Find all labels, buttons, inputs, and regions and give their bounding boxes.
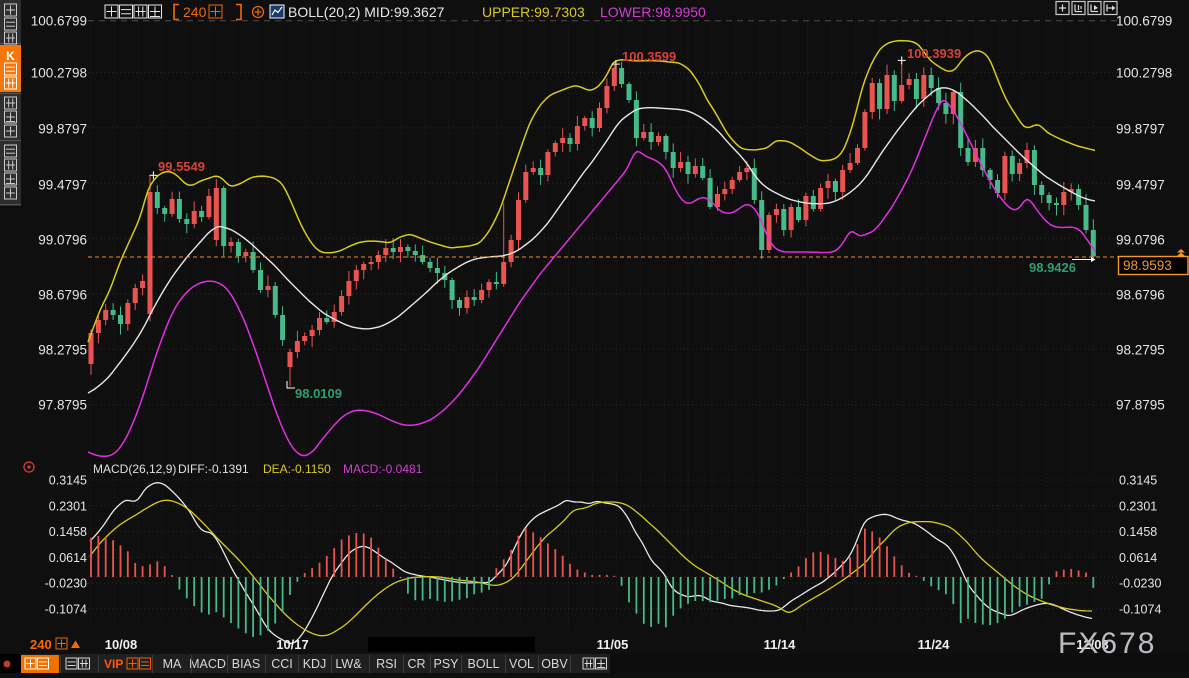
svg-text:98.6796: 98.6796	[38, 288, 87, 303]
svg-text:-0.0230: -0.0230	[1119, 577, 1161, 591]
svg-text:MACD(26,12,9): MACD(26,12,9)	[93, 462, 176, 476]
svg-text:CCI: CCI	[271, 657, 293, 671]
svg-text:PSY: PSY	[433, 657, 459, 671]
svg-text:99.8797: 99.8797	[1116, 122, 1165, 137]
svg-text:97.8795: 97.8795	[38, 398, 87, 413]
svg-text:OBV: OBV	[541, 657, 568, 671]
svg-text:98.0109: 98.0109	[295, 386, 342, 401]
svg-text:100.2798: 100.2798	[1116, 66, 1172, 81]
svg-text:97.8795: 97.8795	[1116, 398, 1165, 413]
svg-text:CR: CR	[407, 657, 425, 671]
svg-text:KDJ: KDJ	[303, 657, 327, 671]
svg-text:VIP: VIP	[104, 657, 123, 671]
svg-text:11/14: 11/14	[764, 637, 797, 652]
svg-text:100.3939: 100.3939	[907, 46, 961, 61]
svg-text:0.2301: 0.2301	[49, 499, 87, 513]
svg-text:10/08: 10/08	[105, 637, 138, 652]
svg-text:98.9593: 98.9593	[1123, 258, 1172, 273]
svg-text:MACD: MACD	[189, 657, 226, 671]
svg-text:100.6799: 100.6799	[31, 14, 87, 29]
svg-text:BOLL(20,2) MID:99.3627: BOLL(20,2) MID:99.3627	[288, 4, 445, 20]
svg-text:-0.1074: -0.1074	[45, 602, 87, 616]
svg-text:K: K	[6, 49, 15, 63]
svg-text:99.0796: 99.0796	[1116, 233, 1165, 248]
svg-text:MA: MA	[163, 657, 182, 671]
svg-text:0.1458: 0.1458	[49, 525, 87, 539]
svg-text:UPPER:99.7303: UPPER:99.7303	[482, 4, 585, 20]
svg-text:98.2795: 98.2795	[38, 343, 87, 358]
svg-text:240: 240	[30, 637, 52, 652]
svg-text:99.4797: 99.4797	[38, 178, 87, 193]
svg-text:0.2301: 0.2301	[1119, 499, 1157, 513]
svg-text:100.2798: 100.2798	[31, 66, 87, 81]
svg-text:10/17: 10/17	[276, 637, 309, 652]
svg-text:RSI: RSI	[376, 657, 397, 671]
svg-text:99.5549: 99.5549	[158, 159, 205, 174]
svg-text:VOL: VOL	[509, 657, 534, 671]
svg-text:LOWER:98.9950: LOWER:98.9950	[600, 4, 706, 20]
svg-text:99.8797: 99.8797	[38, 122, 87, 137]
svg-text:98.6796: 98.6796	[1116, 288, 1165, 303]
svg-text:0.0614: 0.0614	[1119, 551, 1157, 565]
svg-text:LW&: LW&	[335, 657, 362, 671]
svg-text:-0.1074: -0.1074	[1119, 602, 1161, 616]
svg-text:0.3145: 0.3145	[49, 474, 87, 488]
svg-text:11/05: 11/05	[597, 637, 629, 652]
svg-text:11/24: 11/24	[918, 637, 951, 652]
svg-text:100.3599: 100.3599	[622, 49, 676, 64]
svg-text:DEA:-0.1150: DEA:-0.1150	[263, 462, 331, 476]
svg-text:BIAS: BIAS	[232, 657, 261, 671]
svg-text:BOLL: BOLL	[468, 657, 500, 671]
svg-text:DIFF:-0.1391: DIFF:-0.1391	[178, 462, 249, 476]
svg-text:98.2795: 98.2795	[1116, 343, 1165, 358]
svg-text:99.0796: 99.0796	[38, 233, 87, 248]
svg-text:0.3145: 0.3145	[1119, 474, 1157, 488]
svg-text:240: 240	[183, 4, 207, 20]
svg-text:0.1458: 0.1458	[1119, 525, 1157, 539]
svg-text:98.9426: 98.9426	[1029, 260, 1076, 275]
svg-text:MACD:-0.0481: MACD:-0.0481	[343, 462, 423, 476]
svg-text:0.0614: 0.0614	[49, 551, 87, 565]
svg-text:-0.0230: -0.0230	[45, 577, 87, 591]
svg-text:99.4797: 99.4797	[1116, 178, 1165, 193]
svg-text:100.6799: 100.6799	[1116, 14, 1172, 29]
